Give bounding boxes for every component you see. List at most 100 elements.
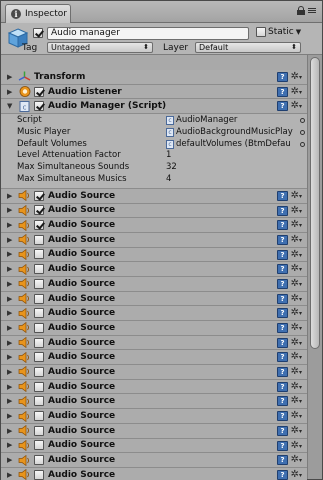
gear-icon[interactable]: ✲ xyxy=(291,440,302,453)
foldout-arrow-icon[interactable]: ▶ xyxy=(7,265,15,273)
help-icon[interactable]: ? xyxy=(277,381,288,392)
gear-icon[interactable]: ✲ xyxy=(291,366,302,379)
audio-source-enabled-checkbox[interactable] xyxy=(34,249,44,260)
help-icon[interactable]: ? xyxy=(277,367,288,378)
component-header-audio-source[interactable]: ▶ Audio Source? ✲ xyxy=(1,379,307,395)
help-icon[interactable]: ? xyxy=(277,455,288,466)
help-icon[interactable]: ? xyxy=(277,323,288,334)
help-icon[interactable]: ? xyxy=(277,411,288,422)
audio-source-enabled-checkbox[interactable] xyxy=(34,308,44,319)
foldout-arrow-icon[interactable]: ▶ xyxy=(7,280,15,288)
component-header-audio-source[interactable]: ▶ Audio Source? ✲ xyxy=(1,276,307,292)
foldout-arrow-icon[interactable]: ▶ xyxy=(7,73,15,81)
help-icon[interactable]: ? xyxy=(277,72,288,82)
help-icon[interactable]: ? xyxy=(277,86,288,97)
foldout-arrow-icon[interactable]: ▶ xyxy=(7,456,15,464)
component-header-transform[interactable]: ▶ Transform ? ✲ xyxy=(1,70,307,85)
audio-source-enabled-checkbox[interactable] xyxy=(34,425,44,436)
foldout-arrow-icon[interactable]: ▶ xyxy=(7,471,15,479)
component-header-audio-source[interactable]: ▶ Audio Source? ✲ xyxy=(1,394,307,410)
max-musics-value[interactable]: 4 xyxy=(166,174,171,185)
audio-source-enabled-checkbox[interactable] xyxy=(34,455,44,466)
gear-icon[interactable]: ✲ xyxy=(291,469,302,480)
object-picker-icon[interactable] xyxy=(300,141,305,147)
foldout-arrow-open-icon[interactable]: ▼ xyxy=(7,102,15,110)
lock-icon[interactable] xyxy=(297,6,305,15)
component-header-audio-source[interactable]: ▶ Audio Source? ✲ xyxy=(1,467,307,480)
foldout-arrow-icon[interactable]: ▶ xyxy=(7,88,15,96)
gear-icon[interactable]: ✲ xyxy=(291,249,302,262)
default-volumes-object-field[interactable]: c defaultVolumes (BtmDefau xyxy=(166,139,302,150)
audio-source-enabled-checkbox[interactable] xyxy=(34,366,44,377)
foldout-arrow-icon[interactable]: ▶ xyxy=(7,250,15,258)
gear-icon[interactable]: ✲ xyxy=(291,395,302,408)
component-header-audio-source[interactable]: ▶ Audio Source? ✲ xyxy=(1,247,307,263)
menu-icon[interactable] xyxy=(308,8,316,13)
help-icon[interactable]: ? xyxy=(277,101,288,112)
foldout-arrow-icon[interactable]: ▶ xyxy=(7,221,15,229)
foldout-arrow-icon[interactable]: ▶ xyxy=(7,353,15,361)
help-icon[interactable]: ? xyxy=(277,220,288,231)
audio-source-enabled-checkbox[interactable] xyxy=(34,278,44,289)
audio-source-enabled-checkbox[interactable] xyxy=(34,293,44,304)
component-header-audio-source[interactable]: ▶ Audio Source? ✲ xyxy=(1,365,307,380)
gear-icon[interactable]: ✲ xyxy=(291,205,302,218)
audio-source-enabled-checkbox[interactable] xyxy=(34,264,44,275)
component-header-audio-source[interactable]: ▶ Audio Source? ✲ xyxy=(1,423,307,439)
scrollbar-thumb[interactable] xyxy=(310,57,320,349)
gear-icon[interactable]: ✲ xyxy=(291,337,302,350)
script-object-field[interactable]: c AudioManager xyxy=(166,115,302,126)
level-attenuation-value[interactable]: 1 xyxy=(166,150,171,161)
gameobject-name-field[interactable]: Audio manager xyxy=(47,27,249,40)
audio-source-enabled-checkbox[interactable] xyxy=(34,190,44,201)
gear-icon[interactable]: ✲ xyxy=(291,293,302,306)
foldout-arrow-icon[interactable]: ▶ xyxy=(7,192,15,200)
component-header-audio-source[interactable]: ▶ Audio Source? ✲ xyxy=(1,232,307,248)
component-header-audio-source[interactable]: ▶ Audio Source? ✲ xyxy=(1,306,307,322)
help-icon[interactable]: ? xyxy=(277,205,288,216)
audio-source-enabled-checkbox[interactable] xyxy=(34,322,44,333)
gear-icon[interactable]: ✲ xyxy=(291,307,302,320)
audio-source-enabled-checkbox[interactable] xyxy=(34,411,44,421)
help-icon[interactable]: ? xyxy=(277,249,288,260)
component-header-audio-source[interactable]: ▶ Audio Source? ✲ xyxy=(1,453,307,468)
component-header-audio-source[interactable]: ▶ Audio Source? ✲ xyxy=(1,438,307,454)
foldout-arrow-icon[interactable]: ▶ xyxy=(7,295,15,303)
object-picker-icon[interactable] xyxy=(300,118,305,124)
foldout-arrow-icon[interactable]: ▶ xyxy=(7,383,15,391)
gear-icon[interactable]: ✲ xyxy=(291,278,302,291)
foldout-arrow-icon[interactable]: ▶ xyxy=(7,368,15,376)
audio-source-enabled-checkbox[interactable] xyxy=(34,220,44,231)
component-header-audio-source[interactable]: ▶ Audio Source? ✲ xyxy=(1,188,307,204)
component-header-audio-source[interactable]: ▶ Audio Source? ✲ xyxy=(1,218,307,233)
audio-source-enabled-checkbox[interactable] xyxy=(34,205,44,216)
audio-manager-enabled-checkbox[interactable] xyxy=(34,101,44,112)
audio-listener-enabled-checkbox[interactable] xyxy=(34,86,44,97)
help-icon[interactable]: ? xyxy=(277,352,288,363)
component-header-audio-source[interactable]: ▶ Audio Source? ✲ xyxy=(1,291,307,307)
gameobject-active-checkbox[interactable] xyxy=(33,28,43,38)
foldout-arrow-icon[interactable]: ▶ xyxy=(7,427,15,435)
help-icon[interactable]: ? xyxy=(277,190,288,201)
gear-icon[interactable]: ✲ xyxy=(291,86,302,99)
help-icon[interactable]: ? xyxy=(277,234,288,245)
foldout-arrow-icon[interactable]: ▶ xyxy=(7,236,15,244)
help-icon[interactable]: ? xyxy=(277,293,288,304)
foldout-arrow-icon[interactable]: ▶ xyxy=(7,441,15,449)
foldout-arrow-icon[interactable]: ▶ xyxy=(7,397,15,405)
component-header-audio-manager[interactable]: ▼ c Audio Manager (Script) ? ✲ xyxy=(1,99,307,115)
foldout-arrow-icon[interactable]: ▶ xyxy=(7,412,15,420)
component-header-audio-source[interactable]: ▶ Audio Source? ✲ xyxy=(1,321,307,336)
component-header-audio-listener[interactable]: ▶ Audio Listener ? ✲ xyxy=(1,84,307,100)
gear-icon[interactable]: ✲ xyxy=(291,71,302,84)
gear-icon[interactable]: ✲ xyxy=(291,190,302,203)
audio-source-enabled-checkbox[interactable] xyxy=(34,381,44,392)
gear-icon[interactable]: ✲ xyxy=(291,219,302,232)
layer-dropdown[interactable]: Default ⬍ xyxy=(195,42,301,53)
gear-icon[interactable]: ✲ xyxy=(291,322,302,335)
foldout-arrow-icon[interactable]: ▶ xyxy=(7,206,15,214)
component-header-audio-source[interactable]: ▶ Audio Source? ✲ xyxy=(1,203,307,219)
gear-icon[interactable]: ✲ xyxy=(291,263,302,276)
help-icon[interactable]: ? xyxy=(277,396,288,407)
help-icon[interactable]: ? xyxy=(277,278,288,289)
